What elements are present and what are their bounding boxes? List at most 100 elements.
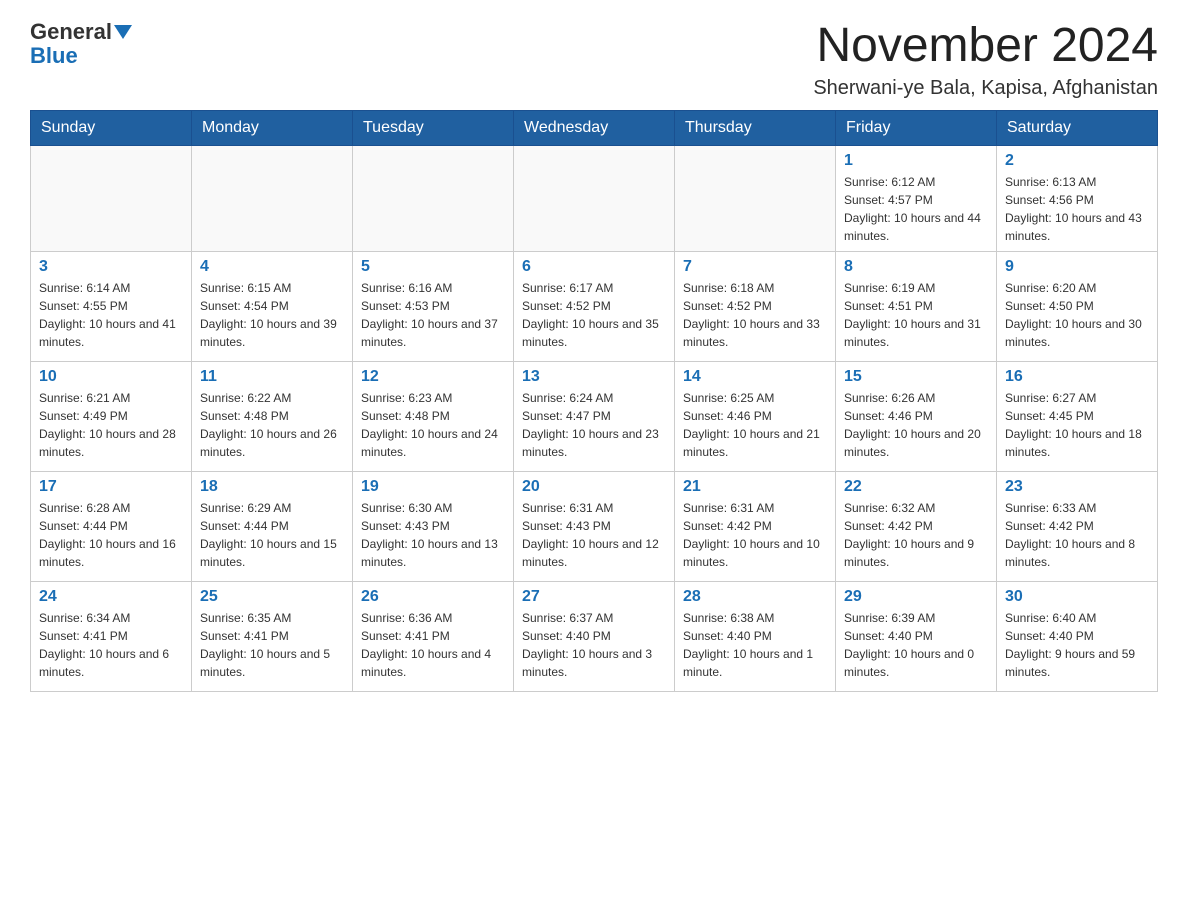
calendar-cell: 4 Sunrise: 6:15 AMSunset: 4:54 PMDaylight… (192, 251, 353, 361)
calendar-cell: 6 Sunrise: 6:17 AMSunset: 4:52 PMDaylight… (514, 251, 675, 361)
day-number: 28 (683, 588, 827, 606)
calendar-cell: 8 Sunrise: 6:19 AMSunset: 4:51 PMDaylight… (836, 251, 997, 361)
calendar-cell: 24 Sunrise: 6:34 AMSunset: 4:41 PMDayligh… (31, 581, 192, 691)
day-number: 18 (200, 478, 344, 496)
day-number: 27 (522, 588, 666, 606)
day-number: 9 (1005, 258, 1149, 276)
day-number: 11 (200, 368, 344, 386)
calendar-header-row: SundayMondayTuesdayWednesdayThursdayFrid… (31, 110, 1158, 145)
day-info: Sunrise: 6:33 AMSunset: 4:42 PMDaylight:… (1005, 499, 1149, 571)
day-number: 24 (39, 588, 183, 606)
logo-general-text: General (30, 20, 112, 44)
day-info: Sunrise: 6:27 AMSunset: 4:45 PMDaylight:… (1005, 389, 1149, 461)
day-info: Sunrise: 6:13 AMSunset: 4:56 PMDaylight:… (1005, 173, 1149, 245)
day-number: 16 (1005, 368, 1149, 386)
column-header-tuesday: Tuesday (353, 110, 514, 145)
calendar-cell: 15Sunrise: 6:26 AMSunset: 4:46 PMDayligh… (836, 361, 997, 471)
day-info: Sunrise: 6:30 AMSunset: 4:43 PMDaylight:… (361, 499, 505, 571)
day-number: 26 (361, 588, 505, 606)
calendar-table: SundayMondayTuesdayWednesdayThursdayFrid… (30, 110, 1158, 692)
calendar-cell: 21 Sunrise: 6:31 AMSunset: 4:42 PMDayligh… (675, 471, 836, 581)
calendar-cell: 10 Sunrise: 6:21 AMSunset: 4:49 PMDayligh… (31, 361, 192, 471)
day-number: 25 (200, 588, 344, 606)
day-number: 13 (522, 368, 666, 386)
page-header: General Blue November 2024 Sherwani-ye B… (30, 20, 1158, 100)
logo: General Blue (30, 20, 132, 68)
day-number: 8 (844, 258, 988, 276)
day-info: Sunrise: 6:29 AMSunset: 4:44 PMDaylight:… (200, 499, 344, 571)
day-info: Sunrise: 6:34 AMSunset: 4:41 PMDaylight:… (39, 609, 183, 681)
day-number: 3 (39, 258, 183, 276)
day-info: Sunrise: 6:31 AMSunset: 4:42 PMDaylight:… (683, 499, 827, 571)
day-info: Sunrise: 6:38 AMSunset: 4:40 PMDaylight:… (683, 609, 827, 681)
calendar-cell: 14Sunrise: 6:25 AMSunset: 4:46 PMDayligh… (675, 361, 836, 471)
day-number: 7 (683, 258, 827, 276)
calendar-cell: 19 Sunrise: 6:30 AMSunset: 4:43 PMDayligh… (353, 471, 514, 581)
calendar-cell: 1 Sunrise: 6:12 AMSunset: 4:57 PMDaylight… (836, 145, 997, 251)
day-info: Sunrise: 6:22 AMSunset: 4:48 PMDaylight:… (200, 389, 344, 461)
calendar-cell: 18 Sunrise: 6:29 AMSunset: 4:44 PMDayligh… (192, 471, 353, 581)
day-info: Sunrise: 6:25 AMSunset: 4:46 PMDaylight:… (683, 389, 827, 461)
calendar-body: 1 Sunrise: 6:12 AMSunset: 4:57 PMDaylight… (31, 145, 1158, 691)
column-header-wednesday: Wednesday (514, 110, 675, 145)
calendar-cell: 29Sunrise: 6:39 AMSunset: 4:40 PMDayligh… (836, 581, 997, 691)
calendar-cell: 13 Sunrise: 6:24 AMSunset: 4:47 PMDayligh… (514, 361, 675, 471)
day-info: Sunrise: 6:17 AMSunset: 4:52 PMDaylight:… (522, 279, 666, 351)
day-info: Sunrise: 6:16 AMSunset: 4:53 PMDaylight:… (361, 279, 505, 351)
day-number: 17 (39, 478, 183, 496)
calendar-cell: 20Sunrise: 6:31 AMSunset: 4:43 PMDayligh… (514, 471, 675, 581)
day-info: Sunrise: 6:21 AMSunset: 4:49 PMDaylight:… (39, 389, 183, 461)
calendar-cell (514, 145, 675, 251)
day-info: Sunrise: 6:32 AMSunset: 4:42 PMDaylight:… (844, 499, 988, 571)
day-info: Sunrise: 6:24 AMSunset: 4:47 PMDaylight:… (522, 389, 666, 461)
day-number: 30 (1005, 588, 1149, 606)
day-info: Sunrise: 6:39 AMSunset: 4:40 PMDaylight:… (844, 609, 988, 681)
day-number: 6 (522, 258, 666, 276)
calendar-cell: 7 Sunrise: 6:18 AMSunset: 4:52 PMDaylight… (675, 251, 836, 361)
day-info: Sunrise: 6:12 AMSunset: 4:57 PMDaylight:… (844, 173, 988, 245)
title-block: November 2024 Sherwani-ye Bala, Kapisa, … (813, 20, 1158, 100)
day-info: Sunrise: 6:18 AMSunset: 4:52 PMDaylight:… (683, 279, 827, 351)
logo-blue-text: Blue (30, 44, 78, 68)
day-number: 19 (361, 478, 505, 496)
calendar-week-2: 3Sunrise: 6:14 AMSunset: 4:55 PMDaylight… (31, 251, 1158, 361)
calendar-cell (31, 145, 192, 251)
day-number: 2 (1005, 152, 1149, 170)
day-info: Sunrise: 6:28 AMSunset: 4:44 PMDaylight:… (39, 499, 183, 571)
calendar-cell: 23 Sunrise: 6:33 AMSunset: 4:42 PMDayligh… (997, 471, 1158, 581)
day-info: Sunrise: 6:37 AMSunset: 4:40 PMDaylight:… (522, 609, 666, 681)
calendar-week-4: 17 Sunrise: 6:28 AMSunset: 4:44 PMDayligh… (31, 471, 1158, 581)
calendar-cell: 12Sunrise: 6:23 AMSunset: 4:48 PMDayligh… (353, 361, 514, 471)
day-info: Sunrise: 6:36 AMSunset: 4:41 PMDaylight:… (361, 609, 505, 681)
day-number: 23 (1005, 478, 1149, 496)
calendar-cell: 28 Sunrise: 6:38 AMSunset: 4:40 PMDayligh… (675, 581, 836, 691)
day-info: Sunrise: 6:35 AMSunset: 4:41 PMDaylight:… (200, 609, 344, 681)
calendar-cell: 9 Sunrise: 6:20 AMSunset: 4:50 PMDaylight… (997, 251, 1158, 361)
day-info: Sunrise: 6:23 AMSunset: 4:48 PMDaylight:… (361, 389, 505, 461)
day-number: 5 (361, 258, 505, 276)
column-header-monday: Monday (192, 110, 353, 145)
column-header-sunday: Sunday (31, 110, 192, 145)
day-info: Sunrise: 6:19 AMSunset: 4:51 PMDaylight:… (844, 279, 988, 351)
calendar-cell (192, 145, 353, 251)
calendar-cell: 17 Sunrise: 6:28 AMSunset: 4:44 PMDayligh… (31, 471, 192, 581)
calendar-cell: 16 Sunrise: 6:27 AMSunset: 4:45 PMDayligh… (997, 361, 1158, 471)
calendar-cell: 26 Sunrise: 6:36 AMSunset: 4:41 PMDayligh… (353, 581, 514, 691)
calendar-cell (675, 145, 836, 251)
day-number: 1 (844, 152, 988, 170)
day-number: 22 (844, 478, 988, 496)
day-info: Sunrise: 6:26 AMSunset: 4:46 PMDaylight:… (844, 389, 988, 461)
calendar-week-5: 24 Sunrise: 6:34 AMSunset: 4:41 PMDayligh… (31, 581, 1158, 691)
day-info: Sunrise: 6:15 AMSunset: 4:54 PMDaylight:… (200, 279, 344, 351)
column-header-friday: Friday (836, 110, 997, 145)
day-number: 21 (683, 478, 827, 496)
calendar-cell: 25 Sunrise: 6:35 AMSunset: 4:41 PMDayligh… (192, 581, 353, 691)
day-number: 4 (200, 258, 344, 276)
calendar-cell: 5 Sunrise: 6:16 AMSunset: 4:53 PMDaylight… (353, 251, 514, 361)
calendar-cell: 22 Sunrise: 6:32 AMSunset: 4:42 PMDayligh… (836, 471, 997, 581)
column-header-thursday: Thursday (675, 110, 836, 145)
day-number: 10 (39, 368, 183, 386)
column-header-saturday: Saturday (997, 110, 1158, 145)
calendar-cell: 11 Sunrise: 6:22 AMSunset: 4:48 PMDayligh… (192, 361, 353, 471)
day-info: Sunrise: 6:20 AMSunset: 4:50 PMDaylight:… (1005, 279, 1149, 351)
